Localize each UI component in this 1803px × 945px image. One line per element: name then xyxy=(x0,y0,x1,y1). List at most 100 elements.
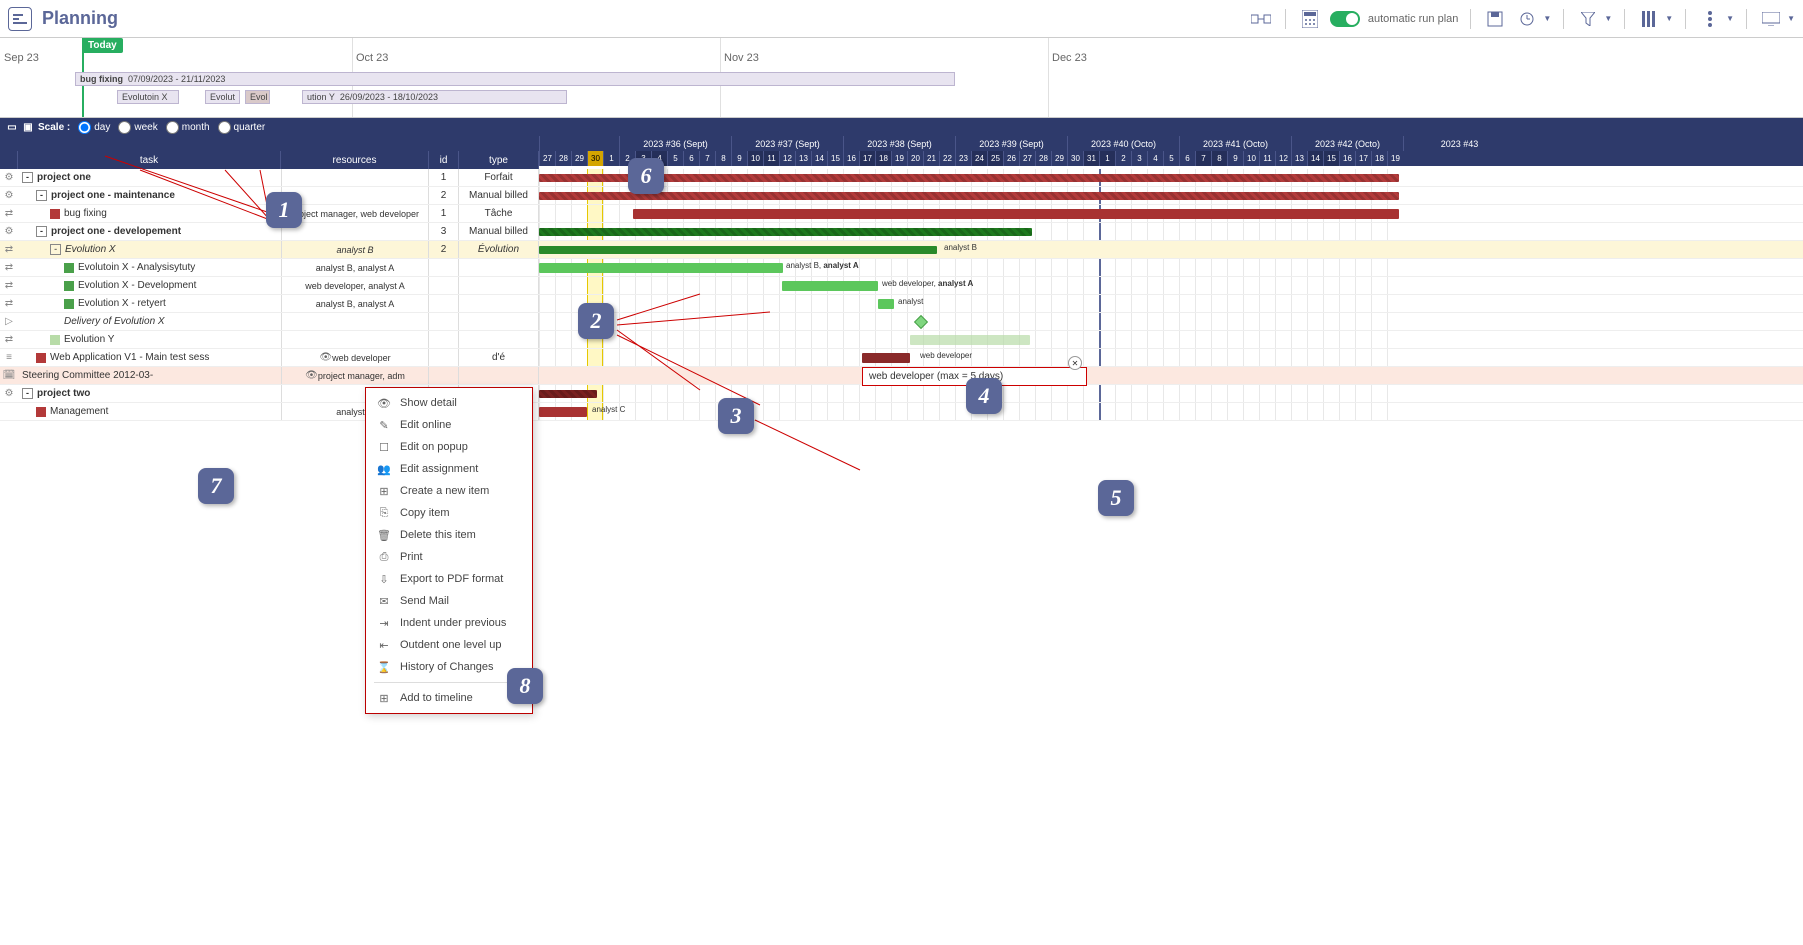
timeline-bar[interactable]: Evolutoin X xyxy=(117,90,179,104)
task-color-box xyxy=(50,335,60,345)
menu-item[interactable]: ⎘Copy item xyxy=(366,502,532,524)
timeline-bar[interactable]: Evolut xyxy=(205,90,240,104)
close-icon[interactable]: ✕ xyxy=(1068,356,1082,370)
day-header: 2728293012345678910111213141516171819202… xyxy=(539,151,1803,166)
type-cell: Tâche xyxy=(459,205,539,222)
week-header-cell: 2023 #43 xyxy=(1403,136,1515,151)
task-row[interactable]: ⇄Evolutoin X - Analysisytutyanalyst B, a… xyxy=(0,259,1803,277)
menu-item[interactable]: 👁Show detail xyxy=(366,392,532,414)
display-icon[interactable] xyxy=(1759,7,1783,31)
timeline-bar[interactable]: ution Y 26/09/2023 - 18/10/2023 xyxy=(302,90,567,104)
toolbar: automatic run plan ▼ ▼ ▼ ▼ ▼ xyxy=(1249,7,1795,31)
filter-icon[interactable] xyxy=(1576,7,1600,31)
eye-icon: 👁 xyxy=(376,397,392,410)
expand-toggle[interactable]: - xyxy=(36,190,47,201)
task-row[interactable]: ⚙-project two xyxy=(0,385,1803,403)
month-label: Dec 23 xyxy=(1052,52,1087,64)
timeline-bar[interactable]: Evol xyxy=(245,90,270,104)
calculator-icon[interactable] xyxy=(1298,7,1322,31)
day-header-cell: 23 xyxy=(955,151,971,166)
gantt-bar[interactable] xyxy=(862,353,910,363)
scale-week[interactable]: week xyxy=(118,121,157,134)
gantt-bar[interactable] xyxy=(539,390,597,398)
task-row[interactable]: Managementanalyst C xyxy=(0,403,1803,421)
menu-item[interactable]: ⇩Export to PDF format xyxy=(366,568,532,590)
scale-quarter[interactable]: quarter xyxy=(218,121,266,134)
gantt-bar[interactable] xyxy=(633,209,1399,219)
task-row[interactable]: ▷Delivery of Evolution X xyxy=(0,313,1803,331)
plus-icon: ⊞ xyxy=(376,485,392,498)
gantt-bar[interactable] xyxy=(910,335,1030,345)
menu-item[interactable]: ⎙Print xyxy=(366,546,532,568)
menu-item[interactable]: 🗑Delete this item xyxy=(366,524,532,546)
columns-icon[interactable] xyxy=(1637,7,1661,31)
callout-3: 3 xyxy=(718,398,754,434)
day-header-cell: 31 xyxy=(1083,151,1099,166)
timeline-bar[interactable]: bug fixing 07/09/2023 - 21/11/2023 xyxy=(75,72,955,86)
history-icon: ⌛ xyxy=(376,661,392,674)
collapse-all-icon[interactable]: ▣ xyxy=(22,121,34,133)
menu-item[interactable]: ✎Edit online xyxy=(366,414,532,436)
row-type-icon: ≡ xyxy=(0,349,18,366)
row-type-icon: ⚙ xyxy=(0,385,18,402)
gantt-bar[interactable] xyxy=(539,192,1399,200)
day-header-cell: 24 xyxy=(971,151,987,166)
task-color-box xyxy=(36,353,46,363)
gantt-bar[interactable] xyxy=(539,174,1399,182)
save-icon[interactable] xyxy=(1483,7,1507,31)
day-header-cell: 25 xyxy=(987,151,1003,166)
indent-icon: ⇥ xyxy=(376,617,392,630)
gantt-bar[interactable] xyxy=(539,228,1032,236)
day-header-cell: 26 xyxy=(1003,151,1019,166)
gantt-bar[interactable] xyxy=(539,263,783,273)
resources-cell: 👁 web developer xyxy=(281,349,429,366)
type-cell: Manual billed xyxy=(459,187,539,204)
gantt-label: web developer, analyst A xyxy=(882,279,973,288)
type-cell xyxy=(459,277,539,294)
day-header-cell: 9 xyxy=(1227,151,1243,166)
expand-all-icon[interactable]: ▭ xyxy=(6,121,18,133)
gantt-bar[interactable] xyxy=(539,407,587,417)
day-header-cell: 21 xyxy=(923,151,939,166)
scale-day[interactable]: day xyxy=(78,121,110,134)
task-name: Steering Committee 2012-03- xyxy=(22,370,153,381)
day-header-cell: 20 xyxy=(907,151,923,166)
row-type-icon: ⇄ xyxy=(0,241,18,258)
scale-month[interactable]: month xyxy=(166,121,210,134)
expand-toggle[interactable]: - xyxy=(22,172,33,183)
menu-item[interactable]: ⊞Create a new item xyxy=(366,480,532,502)
resources-cell xyxy=(281,313,429,330)
expand-toggle[interactable]: - xyxy=(22,388,33,399)
link-icon[interactable] xyxy=(1249,7,1273,31)
expand-toggle[interactable]: - xyxy=(36,226,47,237)
resources-cell: 👁 project manager, adm xyxy=(281,367,429,384)
day-header-cell: 3 xyxy=(1131,151,1147,166)
row-type-icon: ⚙ xyxy=(0,223,18,240)
id-cell: 1 xyxy=(429,169,459,186)
auto-run-toggle[interactable] xyxy=(1330,11,1360,27)
gantt-label: web developer xyxy=(920,351,972,360)
day-header-cell: 5 xyxy=(667,151,683,166)
expand-toggle[interactable]: - xyxy=(50,244,61,255)
clock-icon[interactable] xyxy=(1515,7,1539,31)
day-header-cell: 16 xyxy=(843,151,859,166)
menu-item[interactable]: 👥Edit assignment xyxy=(366,458,532,480)
gantt-bar[interactable] xyxy=(539,246,937,254)
task-color-box xyxy=(64,263,74,273)
month-label: Sep 23 xyxy=(4,52,39,64)
gantt-bar[interactable] xyxy=(782,281,878,291)
resources-cell xyxy=(281,187,429,204)
menu-item[interactable]: ✉Send Mail xyxy=(366,590,532,612)
week-header-cell: 2023 #40 (Octo) xyxy=(1067,136,1179,151)
menu-item[interactable]: ⇥Indent under previous xyxy=(366,612,532,634)
callout-7: 7 xyxy=(198,468,234,504)
gantt-bar[interactable] xyxy=(878,299,894,309)
task-name: project one - maintenance xyxy=(51,190,175,201)
task-row[interactable]: ⇄Evolution Y xyxy=(0,331,1803,349)
menu-item[interactable]: ⇤Outdent one level up xyxy=(366,634,532,656)
menu-item[interactable]: ☐Edit on popup xyxy=(366,436,532,458)
resources-cell: analyst B, analyst A xyxy=(281,295,429,312)
day-header-cell: 13 xyxy=(795,151,811,166)
more-icon[interactable] xyxy=(1698,7,1722,31)
callout-5: 5 xyxy=(1098,480,1134,516)
